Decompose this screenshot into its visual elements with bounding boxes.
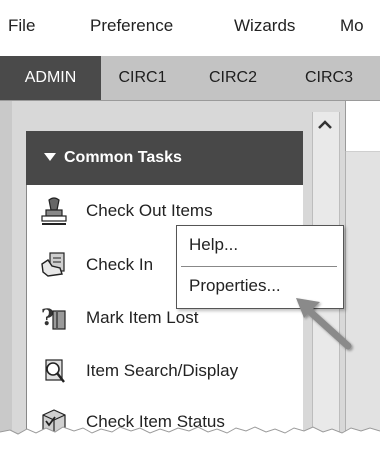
hand-book-icon xyxy=(41,252,65,277)
task-label: Check In xyxy=(86,255,154,274)
right-panel-header xyxy=(345,101,380,152)
context-menu-separator xyxy=(181,266,337,267)
menu-more[interactable]: Mo xyxy=(340,16,364,36)
svg-text:?: ? xyxy=(41,305,54,331)
context-menu-help[interactable]: Help... xyxy=(189,235,238,255)
panel-title: Common Tasks xyxy=(44,149,182,167)
chevron-up-icon xyxy=(318,120,332,129)
task-label: Mark Item Lost xyxy=(86,308,199,327)
menu-file[interactable]: File xyxy=(8,16,35,36)
question-book-icon: ? xyxy=(41,305,66,331)
tab-bar: ADMIN CIRC1 CIRC2 CIRC3 xyxy=(0,56,380,101)
tab-circ3[interactable]: CIRC3 xyxy=(284,56,374,100)
app-window: File Preference Wizards Mo ADMIN CIRC1 C… xyxy=(0,0,380,451)
torn-edge xyxy=(0,426,380,451)
tab-admin[interactable]: ADMIN xyxy=(0,56,101,100)
task-item-search-display[interactable]: Item Search/Display xyxy=(40,354,300,390)
pointer-arrow-icon xyxy=(296,298,352,350)
stamp-icon xyxy=(41,197,67,225)
collapse-triangle-icon[interactable] xyxy=(44,153,56,161)
right-panel xyxy=(345,112,380,451)
search-book-icon xyxy=(45,359,65,383)
menu-preference[interactable]: Preference xyxy=(90,16,173,36)
tab-circ1[interactable]: CIRC1 xyxy=(101,56,184,100)
menu-wizards[interactable]: Wizards xyxy=(234,16,295,36)
menu-bar: File Preference Wizards Mo xyxy=(0,0,380,56)
left-strip xyxy=(0,101,12,451)
scroll-up-button[interactable] xyxy=(312,112,338,138)
task-label: Check Out Items xyxy=(86,201,213,220)
context-menu-properties[interactable]: Properties... xyxy=(189,276,281,296)
task-label: Item Search/Display xyxy=(86,361,239,380)
tab-circ2[interactable]: CIRC2 xyxy=(190,56,276,100)
panel-title-text: Common Tasks xyxy=(64,149,182,166)
